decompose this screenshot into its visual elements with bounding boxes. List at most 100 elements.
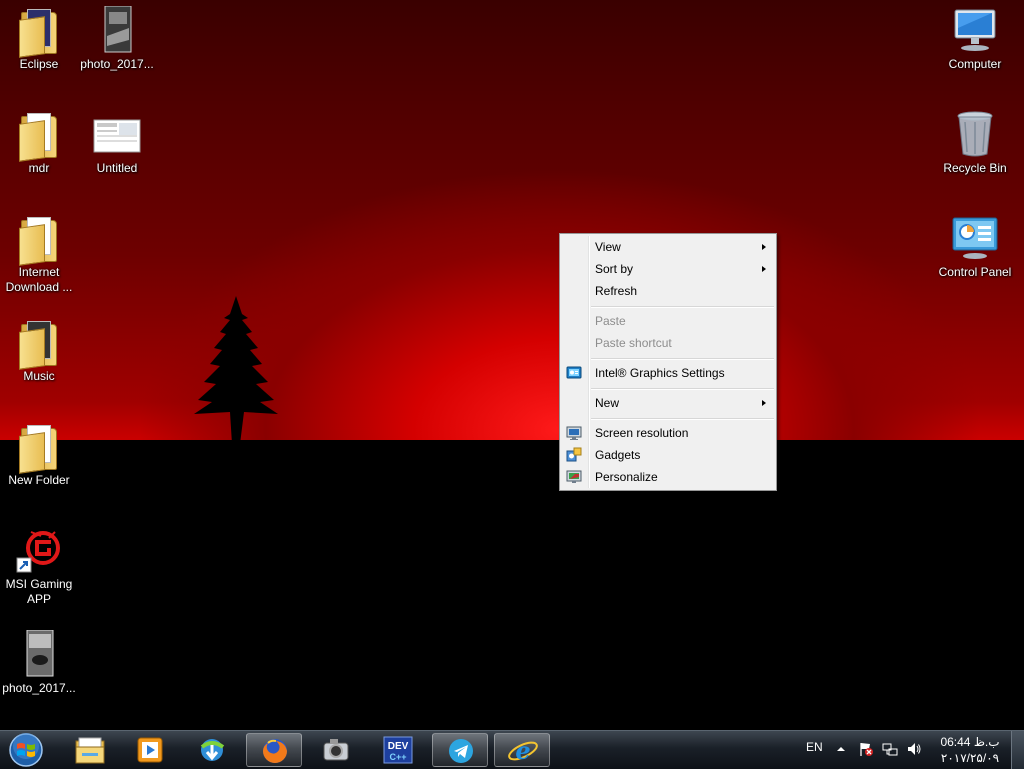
photo-thumbnail-icon xyxy=(93,5,141,54)
gadgets-icon xyxy=(566,447,582,462)
menu-item-label: New xyxy=(595,396,620,410)
desktop-icon-label: Untitled xyxy=(96,161,138,175)
menu-item-label: Paste xyxy=(595,314,626,328)
menu-item-gadgets[interactable]: Gadgets xyxy=(562,444,774,466)
desktop-icon-new-folder[interactable]: New Folder xyxy=(0,422,78,488)
clock-date: ۲۰۱۷/۲۵/۰۹ xyxy=(940,751,1000,765)
show-hidden-icons-icon[interactable] xyxy=(836,744,846,754)
network-icon[interactable] xyxy=(882,741,898,757)
menu-separator xyxy=(591,388,774,390)
firefox-icon xyxy=(263,739,287,763)
recycle-bin-icon xyxy=(951,110,999,158)
menu-item-label: View xyxy=(595,240,621,254)
desktop-icon-computer[interactable]: Computer xyxy=(936,6,1014,72)
menu-separator xyxy=(591,418,774,420)
desktop-icon-label: Computer xyxy=(948,57,1002,71)
taskbar: DEV C++ e EN 06:44 ب.ظ ۲۰۱۷/۲۵/۰۹ xyxy=(0,730,1024,769)
desktop-icon-msi-gaming[interactable]: MSI Gaming APP xyxy=(0,526,78,607)
taskbar-devcpp-button[interactable]: DEV C++ xyxy=(370,733,426,767)
devcpp-icon: DEV C++ xyxy=(383,736,413,764)
camera-tool-icon xyxy=(323,739,349,761)
desktop-icon-label: Eclipse xyxy=(19,57,59,71)
menu-item-screen-resolution[interactable]: Screen resolution xyxy=(562,422,774,444)
taskbar-telegram-button[interactable] xyxy=(432,733,488,767)
desktop-icon-label: MSI Gaming APP xyxy=(5,577,73,606)
menu-item-intel-graphics[interactable]: Intel® Graphics Settings xyxy=(562,362,774,384)
folder-icon xyxy=(15,214,63,266)
document-thumbnail-icon xyxy=(93,110,141,158)
desktop-icon-label: Internet Download ... xyxy=(5,265,73,294)
submenu-arrow-icon xyxy=(762,400,766,406)
submenu-arrow-icon xyxy=(762,266,766,272)
folder-icon xyxy=(15,6,63,58)
menu-item-label: Sort by xyxy=(595,262,634,276)
intel-graphics-icon xyxy=(566,366,582,379)
taskbar-idm-button[interactable] xyxy=(184,733,240,767)
taskbar-ie-button[interactable]: e xyxy=(494,733,550,767)
menu-separator xyxy=(591,306,774,308)
desktop-icon-music[interactable]: Music xyxy=(0,318,78,384)
photo-thumbnail-icon xyxy=(15,629,63,678)
desktop-icon-photo-2[interactable]: photo_2017... xyxy=(0,629,78,696)
menu-item-view[interactable]: View xyxy=(562,236,774,258)
menu-item-label: Screen resolution xyxy=(595,426,689,440)
desktop-icon-label: photo_2017... xyxy=(2,681,76,695)
desktop-icon-control-panel[interactable]: Control Panel xyxy=(936,214,1014,280)
telegram-icon xyxy=(449,739,473,763)
svg-text:C++: C++ xyxy=(389,752,406,762)
menu-item-sort-by[interactable]: Sort by xyxy=(562,258,774,280)
desktop-icon-label: mdr xyxy=(28,161,50,175)
computer-icon xyxy=(951,6,999,54)
show-desktop-button[interactable] xyxy=(1011,731,1024,769)
system-clock[interactable]: 06:44 ب.ظ ۲۰۱۷/۲۵/۰۹ xyxy=(935,734,1005,766)
volume-icon[interactable] xyxy=(906,741,922,757)
menu-separator xyxy=(591,358,774,360)
taskbar-firefox-button[interactable] xyxy=(246,733,302,767)
menu-item-label: Gadgets xyxy=(595,448,641,462)
menu-item-label: Refresh xyxy=(595,284,638,298)
msi-dragon-icon xyxy=(15,526,63,574)
action-center-flag-icon[interactable] xyxy=(858,741,874,757)
desktop-icon-label: photo_2017... xyxy=(80,57,154,71)
menu-item-label: Personalize xyxy=(595,470,658,484)
menu-item-personalize[interactable]: Personalize xyxy=(562,466,774,488)
devcpp-badge: DEV xyxy=(388,741,409,752)
screen-resolution-icon xyxy=(566,426,582,440)
media-player-icon xyxy=(137,737,163,763)
menu-item-new[interactable]: New xyxy=(562,392,774,414)
windows-explorer-icon xyxy=(75,737,105,764)
tree-silhouette-icon xyxy=(194,296,278,444)
internet-explorer-icon: e xyxy=(508,736,538,765)
svg-text:e: e xyxy=(515,736,530,765)
control-panel-icon xyxy=(951,214,999,262)
desktop-icon-label: Recycle Bin xyxy=(943,161,1007,175)
desktop[interactable]: Eclipse mdr Internet Download ... Music … xyxy=(0,0,1024,730)
clock-time: 06:44 ب.ظ xyxy=(940,735,1000,749)
menu-item-paste[interactable]: Paste xyxy=(562,310,774,332)
language-indicator[interactable]: EN xyxy=(806,740,823,754)
start-button[interactable] xyxy=(6,732,46,768)
desktop-icon-recycle-bin[interactable]: Recycle Bin xyxy=(936,110,1014,176)
desktop-icon-eclipse[interactable]: Eclipse xyxy=(0,6,78,72)
folder-icon xyxy=(15,110,63,162)
desktop-icon-mdr[interactable]: mdr xyxy=(0,110,78,176)
folder-icon xyxy=(15,422,63,474)
desktop-icon-internet-download[interactable]: Internet Download ... xyxy=(0,214,78,295)
menu-item-refresh[interactable]: Refresh xyxy=(562,280,774,302)
menu-item-label: Paste shortcut xyxy=(595,336,672,350)
submenu-arrow-icon xyxy=(762,244,766,250)
taskbar-media-player-button[interactable] xyxy=(122,733,178,767)
taskbar-explorer-button[interactable] xyxy=(62,733,118,767)
taskbar-camera-tool-button[interactable] xyxy=(308,733,364,767)
desktop-icon-label: New Folder xyxy=(8,473,70,487)
wallpaper-ground xyxy=(0,440,1024,730)
personalize-icon xyxy=(566,470,582,483)
desktop-icon-label: Control Panel xyxy=(938,265,1012,279)
desktop-icon-photo-1[interactable]: photo_2017... xyxy=(78,5,156,72)
menu-item-label: Intel® Graphics Settings xyxy=(595,366,725,380)
desktop-context-menu: View Sort by Refresh Paste Paste shortcu… xyxy=(559,233,777,491)
menu-item-paste-shortcut[interactable]: Paste shortcut xyxy=(562,332,774,354)
desktop-icon-label: Music xyxy=(23,369,55,383)
internet-download-manager-icon xyxy=(200,739,225,761)
desktop-icon-untitled[interactable]: Untitled xyxy=(78,110,156,176)
